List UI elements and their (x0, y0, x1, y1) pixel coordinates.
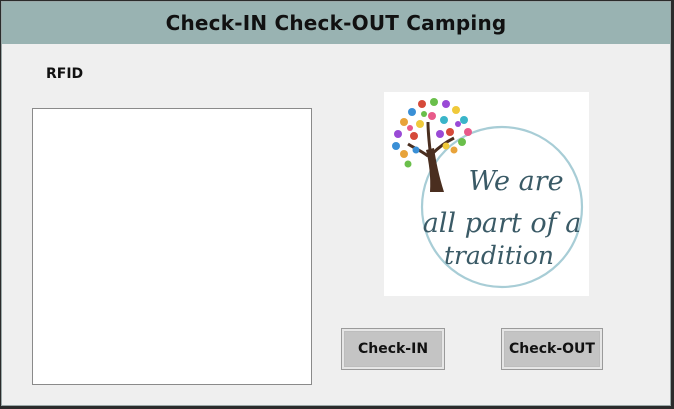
app-window: Check-IN Check-OUT Camping RFID We are a… (1, 1, 671, 406)
rfid-label: RFID (46, 66, 84, 82)
logo-image: We are all part of a tradition (392, 98, 584, 289)
check-in-button[interactable]: Check-IN (341, 328, 445, 370)
logo-text-line3: tradition (444, 241, 554, 270)
logo-text-line2: all part of a (423, 208, 582, 239)
title-bar: Check-IN Check-OUT Camping (2, 2, 670, 44)
window-title: Check-IN Check-OUT Camping (165, 11, 507, 35)
tradition-logo: We are all part of a tradition (384, 92, 589, 296)
rfid-input[interactable] (32, 108, 312, 385)
logo-text-line1: We are (468, 166, 563, 197)
check-out-button[interactable]: Check-OUT (501, 328, 603, 370)
